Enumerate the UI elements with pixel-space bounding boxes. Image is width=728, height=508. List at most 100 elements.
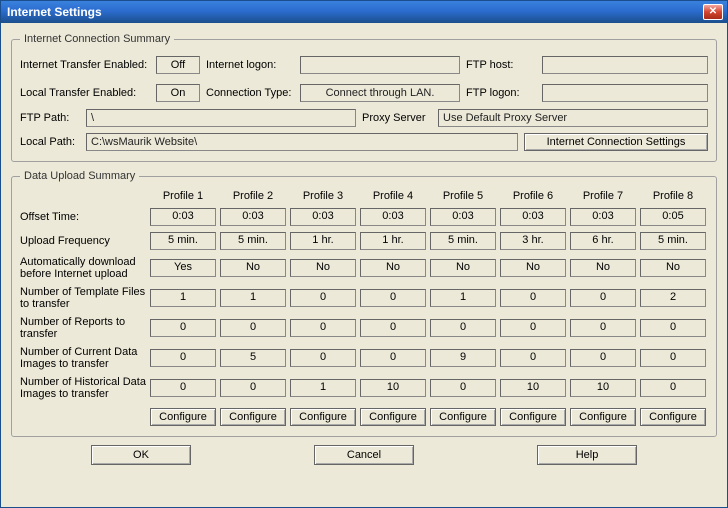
profile-header: Profile 7 xyxy=(570,190,636,202)
cell-tmpl-p8: 2 xyxy=(640,289,706,307)
connection-type-label: Connection Type: xyxy=(206,87,294,99)
cell-auto-p4: No xyxy=(360,259,426,277)
ftp-path-value: \ xyxy=(86,109,356,127)
cell-tmpl-p5: 1 xyxy=(430,289,496,307)
cell-hist-p6: 10 xyxy=(500,379,566,397)
configure-button-p1[interactable]: Configure xyxy=(150,408,216,426)
close-icon[interactable]: ✕ xyxy=(703,4,723,20)
ftp-logon-value xyxy=(542,84,708,102)
cell-offset-p2: 0:03 xyxy=(220,208,286,226)
ftp-path-label: FTP Path: xyxy=(20,112,80,124)
cell-auto-p7: No xyxy=(570,259,636,277)
proxy-value: Use Default Proxy Server xyxy=(438,109,708,127)
configure-button-p5[interactable]: Configure xyxy=(430,408,496,426)
row-label-offset: Offset Time: xyxy=(20,211,146,223)
internet-logon-label: Internet logon: xyxy=(206,59,294,71)
cell-offset-p3: 0:03 xyxy=(290,208,356,226)
ftp-logon-label: FTP logon: xyxy=(466,87,536,99)
cell-offset-p5: 0:03 xyxy=(430,208,496,226)
cell-hist-p3: 1 xyxy=(290,379,356,397)
cell-freq-p1: 5 min. xyxy=(150,232,216,250)
cell-offset-p4: 0:03 xyxy=(360,208,426,226)
cell-rep-p3: 0 xyxy=(290,319,356,337)
cell-freq-p4: 1 hr. xyxy=(360,232,426,250)
profile-header: Profile 5 xyxy=(430,190,496,202)
cell-hist-p5: 0 xyxy=(430,379,496,397)
cell-freq-p7: 6 hr. xyxy=(570,232,636,250)
titlebar: Internet Settings ✕ xyxy=(1,1,727,23)
ftp-host-value xyxy=(542,56,708,74)
row-label-hist: Number of Historical Data Images to tran… xyxy=(20,376,146,400)
cell-freq-p6: 3 hr. xyxy=(500,232,566,250)
cell-auto-p2: No xyxy=(220,259,286,277)
connection-type-value: Connect through LAN. xyxy=(300,84,460,102)
profile-header: Profile 6 xyxy=(500,190,566,202)
cell-offset-p8: 0:05 xyxy=(640,208,706,226)
cell-auto-p1: Yes xyxy=(150,259,216,277)
cell-auto-p5: No xyxy=(430,259,496,277)
cell-rep-p1: 0 xyxy=(150,319,216,337)
profile-header: Profile 2 xyxy=(220,190,286,202)
internet-connection-settings-button[interactable]: Internet Connection Settings xyxy=(524,133,708,151)
cell-cur-p5: 9 xyxy=(430,349,496,367)
local-transfer-label: Local Transfer Enabled: xyxy=(20,87,150,99)
internet-transfer-label: Internet Transfer Enabled: xyxy=(20,59,150,71)
connection-summary-group: Internet Connection Summary Internet Tra… xyxy=(11,33,717,162)
cell-rep-p5: 0 xyxy=(430,319,496,337)
cell-cur-p3: 0 xyxy=(290,349,356,367)
cell-rep-p6: 0 xyxy=(500,319,566,337)
profile-header: Profile 3 xyxy=(290,190,356,202)
cell-rep-p8: 0 xyxy=(640,319,706,337)
cell-offset-p7: 0:03 xyxy=(570,208,636,226)
row-label-rep: Number of Reports to transfer xyxy=(20,316,146,340)
cell-tmpl-p4: 0 xyxy=(360,289,426,307)
configure-button-p2[interactable]: Configure xyxy=(220,408,286,426)
dialog-content: Internet Connection Summary Internet Tra… xyxy=(1,23,727,473)
cell-hist-p2: 0 xyxy=(220,379,286,397)
cell-cur-p4: 0 xyxy=(360,349,426,367)
cell-cur-p2: 5 xyxy=(220,349,286,367)
cancel-button[interactable]: Cancel xyxy=(314,445,414,465)
cell-cur-p1: 0 xyxy=(150,349,216,367)
configure-button-p8[interactable]: Configure xyxy=(640,408,706,426)
cell-rep-p4: 0 xyxy=(360,319,426,337)
cell-tmpl-p1: 1 xyxy=(150,289,216,307)
cell-auto-p3: No xyxy=(290,259,356,277)
connection-legend: Internet Connection Summary xyxy=(20,33,174,45)
cell-rep-p2: 0 xyxy=(220,319,286,337)
help-button[interactable]: Help xyxy=(537,445,637,465)
cell-freq-p2: 5 min. xyxy=(220,232,286,250)
internet-logon-value xyxy=(300,56,460,74)
cell-cur-p8: 0 xyxy=(640,349,706,367)
window-title: Internet Settings xyxy=(7,5,703,19)
local-path-value: C:\wsMaurik Website\ xyxy=(86,133,518,151)
cell-hist-p8: 0 xyxy=(640,379,706,397)
internet-transfer-value: Off xyxy=(156,56,200,74)
row-label-freq: Upload Frequency xyxy=(20,235,146,247)
ftp-host-label: FTP host: xyxy=(466,59,536,71)
cell-cur-p7: 0 xyxy=(570,349,636,367)
cell-tmpl-p7: 0 xyxy=(570,289,636,307)
configure-button-p6[interactable]: Configure xyxy=(500,408,566,426)
cell-tmpl-p2: 1 xyxy=(220,289,286,307)
cell-hist-p1: 0 xyxy=(150,379,216,397)
cell-rep-p7: 0 xyxy=(570,319,636,337)
ok-button[interactable]: OK xyxy=(91,445,191,465)
row-label-cur: Number of Current Data Images to transfe… xyxy=(20,346,146,370)
cell-hist-p7: 10 xyxy=(570,379,636,397)
data-upload-legend: Data Upload Summary xyxy=(20,170,139,182)
cell-freq-p8: 5 min. xyxy=(640,232,706,250)
local-transfer-value: On xyxy=(156,84,200,102)
configure-button-p4[interactable]: Configure xyxy=(360,408,426,426)
profile-header: Profile 8 xyxy=(640,190,706,202)
configure-button-p7[interactable]: Configure xyxy=(570,408,636,426)
cell-freq-p3: 1 hr. xyxy=(290,232,356,250)
configure-button-p3[interactable]: Configure xyxy=(290,408,356,426)
profile-header: Profile 1 xyxy=(150,190,216,202)
row-label-auto: Automatically download before Internet u… xyxy=(20,256,146,280)
cell-hist-p4: 10 xyxy=(360,379,426,397)
proxy-label: Proxy Server xyxy=(362,112,432,124)
cell-tmpl-p6: 0 xyxy=(500,289,566,307)
cell-auto-p8: No xyxy=(640,259,706,277)
cell-tmpl-p3: 0 xyxy=(290,289,356,307)
